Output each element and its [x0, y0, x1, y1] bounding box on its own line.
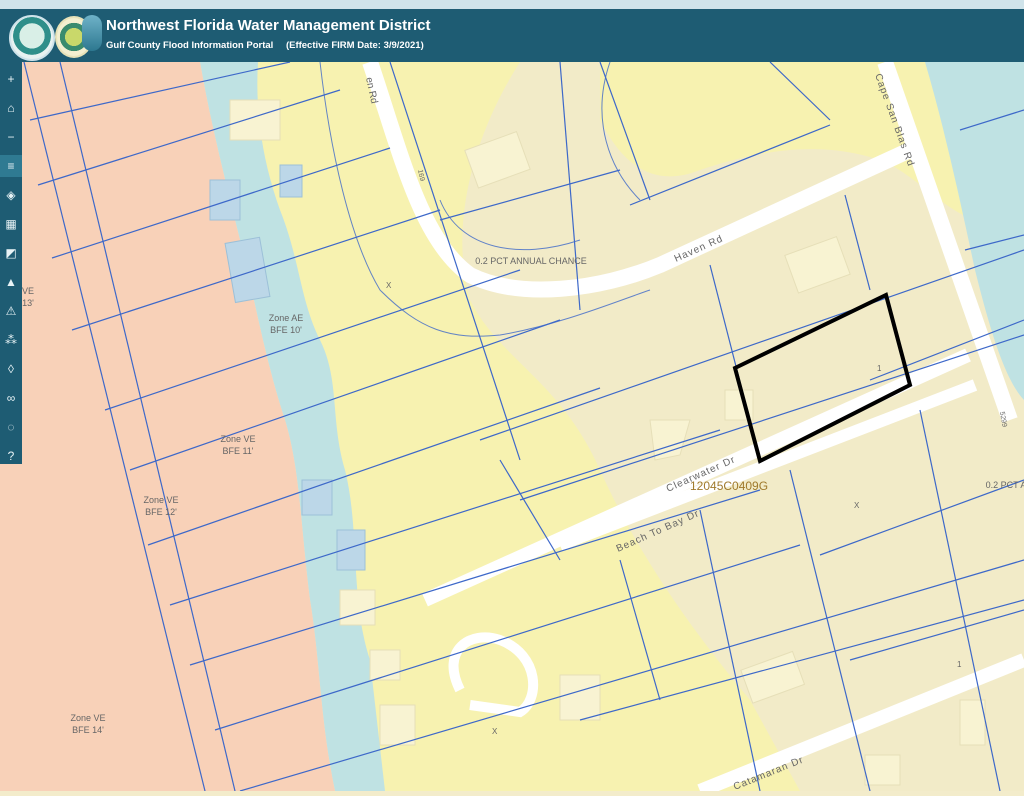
portal-badge-logo — [82, 15, 102, 51]
label-ae-bfe: BFE 10' — [270, 325, 302, 335]
marker-x-east: X — [854, 501, 860, 510]
marker-x-south: X — [492, 727, 498, 736]
chart-icon[interactable]: ◩ — [0, 242, 22, 264]
app-header: Northwest Florida Water Management Distr… — [0, 9, 1024, 62]
marker-one-parcel: 1 — [877, 364, 882, 373]
firm-effective-date: (Effective FIRM Date: 3/9/2021) — [285, 40, 424, 51]
drop-icon[interactable]: ◊ — [0, 358, 22, 380]
firm-panel-label: 12045C0409G — [690, 479, 768, 493]
map-toolbar: + ⌂ − ≡ ◈ ▦ ◩ ▲ ⚠ ⁂ ◊ ∞ ◌? — [0, 62, 22, 464]
minus-icon[interactable]: − — [0, 126, 22, 148]
portal-name: Gulf County Flood Information Portal — [106, 40, 274, 51]
help-icon[interactable]: ? — [0, 445, 22, 467]
home-icon[interactable]: ⌂ — [0, 97, 22, 119]
label-02pct-annual-chance: 0.2 PCT ANNUAL CHANCE — [475, 256, 587, 266]
label-ve11-zone: Zone VE — [220, 434, 255, 444]
label-ve12-bfe: BFE 12' — [145, 507, 177, 517]
marker-one-south: 1 — [957, 660, 962, 669]
label-ve11-bfe: BFE 11' — [222, 446, 253, 456]
app-subtitle: Gulf County Flood Information Portal (Ef… — [106, 40, 434, 51]
label-02pct-right: 0.2 PCT A — [986, 480, 1024, 490]
label-ae-zone: Zone AE — [269, 313, 304, 323]
district-logo — [9, 15, 55, 61]
label-ve13-zone: VE — [22, 286, 34, 296]
network-icon[interactable]: ⁂ — [0, 329, 22, 351]
basemap-icon[interactable]: ▦ — [0, 213, 22, 235]
link-icon[interactable]: ∞ — [0, 387, 22, 409]
menu-icon[interactable]: ≡ — [0, 155, 22, 177]
label-ve14-bfe: BFE 14' — [72, 725, 104, 735]
speech-icon[interactable]: ◌ — [0, 416, 22, 438]
layers-icon[interactable]: ◈ — [0, 184, 22, 206]
warning-icon[interactable]: ⚠ — [0, 300, 22, 322]
window-top-strip — [0, 0, 1024, 9]
flood-map[interactable]: en Rd Haven Rd Cape San Blas Rd Clearwat… — [0, 59, 1024, 796]
map-canvas[interactable]: en Rd Haven Rd Cape San Blas Rd Clearwat… — [0, 59, 1024, 796]
north-arrow-icon[interactable]: ▲ — [0, 271, 22, 293]
app-title: Northwest Florida Water Management Distr… — [106, 17, 431, 34]
label-ve14-zone: Zone VE — [70, 713, 105, 723]
plus-icon[interactable]: + — [0, 68, 22, 90]
marker-x-north: X — [386, 281, 392, 290]
label-ve13-bfe: 13' — [22, 298, 34, 308]
label-ve12-zone: Zone VE — [143, 495, 178, 505]
